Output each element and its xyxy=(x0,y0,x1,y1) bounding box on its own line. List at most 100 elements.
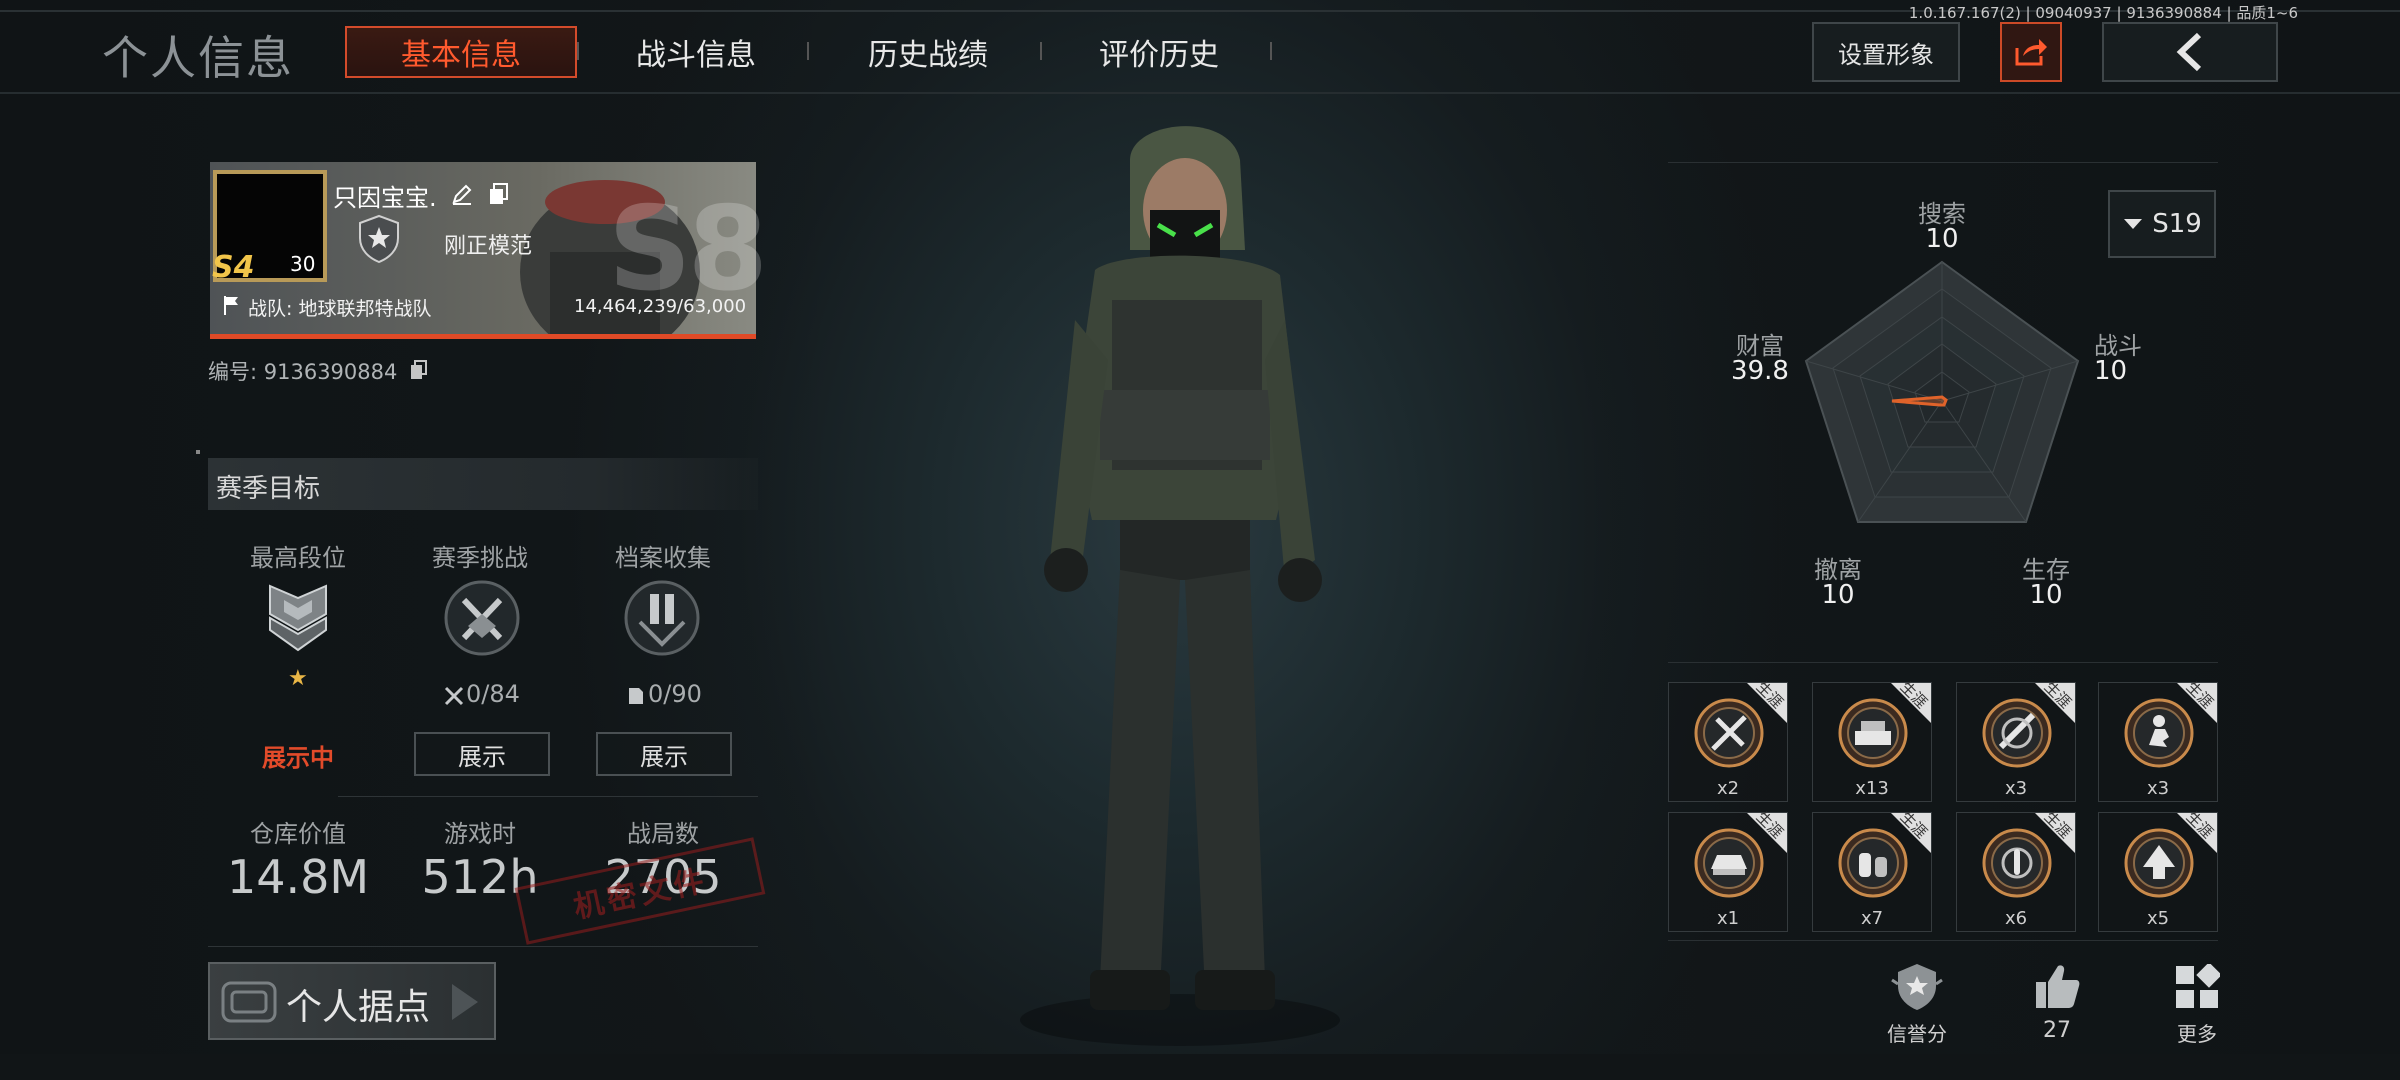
tab-separator xyxy=(577,42,579,60)
tab-separator xyxy=(807,42,809,60)
more-label: 更多 xyxy=(2177,1022,2217,1046)
arrow-right-icon xyxy=(452,984,478,1020)
chevron-left-icon xyxy=(2176,32,2202,72)
thumbs-up-icon xyxy=(2036,965,2080,1008)
flag-icon xyxy=(224,296,238,315)
radar-top-divider xyxy=(1668,162,2218,163)
personal-base-button[interactable]: 个人据点 xyxy=(208,962,496,1040)
radar-value-combat: 10 xyxy=(2094,356,2128,386)
page-title: 个人信息 xyxy=(102,31,294,85)
rank-emblem-icon[interactable] xyxy=(258,578,338,658)
share-icon xyxy=(2015,39,2047,66)
play-time-label: 游戏时 xyxy=(444,820,516,848)
goal-label-max-rank: 最高段位 xyxy=(250,544,346,572)
radar-value-wealth: 39.8 xyxy=(1731,356,1789,386)
tab-separator xyxy=(1270,42,1272,60)
tab-review-history[interactable]: 评价历史 xyxy=(1043,26,1275,78)
operator-character-model xyxy=(1020,126,1340,1046)
achievement-count: x5 xyxy=(2146,908,2170,929)
tab-basic-info[interactable]: 基本信息 xyxy=(345,26,577,78)
bullet-target-icon xyxy=(1982,828,2052,898)
achievement-3[interactable]: 生涯 x3 xyxy=(1956,678,2076,802)
edit-icon[interactable] xyxy=(450,182,474,206)
rank-badge: S4 xyxy=(212,250,255,285)
supplies-icon xyxy=(1838,828,1908,898)
copy-name-icon[interactable] xyxy=(488,182,510,206)
archive-collection-icon[interactable] xyxy=(614,578,710,662)
team-text[interactable]: 战队: 地球联邦特战队 xyxy=(248,294,431,321)
archive-progress: 0/90 xyxy=(648,680,702,708)
season-challenge-progress: 0/84 xyxy=(466,680,520,708)
player-name: 只因宝宝. xyxy=(333,184,437,212)
radar-value-extract: 10 xyxy=(1821,580,1855,610)
credit-score-label: 信誉分 xyxy=(1887,1022,1947,1046)
document-icon xyxy=(629,688,643,704)
version-text: 1.0.167.167(2) | 09040937 | 9136390884 |… xyxy=(1908,4,2298,22)
credit-shield-icon xyxy=(1891,964,1943,1010)
showing-status: 展示中 xyxy=(262,744,334,772)
season-goals-title: 赛季目标 xyxy=(216,474,321,504)
radar-value-survival: 10 xyxy=(2029,580,2063,610)
achievement-5[interactable]: 生涯 x1 xyxy=(1668,808,1788,932)
season-select[interactable]: S19 xyxy=(2108,190,2216,258)
personal-base-label: 个人据点 xyxy=(286,987,431,1028)
achievement-count: x3 xyxy=(2146,778,2170,799)
footer-divider xyxy=(1668,940,2218,941)
level-text: 30 xyxy=(290,252,316,276)
shotgun-icon xyxy=(1982,698,2052,768)
show-season-challenge-button[interactable]: 展示 xyxy=(414,732,550,776)
grid-more-icon xyxy=(2176,964,2220,1008)
tab-battle-info[interactable]: 战斗信息 xyxy=(580,26,812,78)
achievement-count: x13 xyxy=(1855,778,1889,799)
likes-button[interactable]: 27 xyxy=(2020,960,2094,1046)
crouch-soldier-icon xyxy=(2124,698,2194,768)
tab-history[interactable]: 历史战绩 xyxy=(812,26,1044,78)
chevron-down-icon xyxy=(2124,219,2143,229)
show-archive-button[interactable]: 展示 xyxy=(596,732,732,776)
achievement-7[interactable]: 生涯 x6 xyxy=(1956,808,2076,932)
player-id: 编号: 9136390884 xyxy=(208,360,398,384)
header-divider xyxy=(0,92,2400,94)
exp-bar xyxy=(210,334,756,339)
achievement-1[interactable]: 生涯 x2 xyxy=(1668,678,1788,802)
stats-divider xyxy=(338,796,758,797)
warehouse-value: 14.8M xyxy=(226,850,370,904)
season-select-value: S19 xyxy=(2152,209,2202,239)
tab-separator xyxy=(1040,42,1042,60)
achievement-count: x1 xyxy=(1716,908,1740,929)
season-goals-header: 赛季目标 xyxy=(208,458,758,510)
goal-label-season-challenge: 赛季挑战 xyxy=(432,544,528,572)
section-marker xyxy=(196,450,200,454)
crossed-swords-icon xyxy=(444,686,464,706)
likes-count: 27 xyxy=(2043,1018,2071,1043)
exp-text: 14,464,239/63,000 xyxy=(574,296,747,317)
season-challenge-icon[interactable] xyxy=(434,578,530,662)
credit-score-button[interactable]: 信誉分 xyxy=(1880,960,1954,1046)
ability-radar-chart xyxy=(1804,260,2080,523)
copy-id-icon[interactable] xyxy=(410,360,428,380)
base-divider xyxy=(208,946,758,947)
achievement-count: x6 xyxy=(2004,908,2028,929)
achievement-8[interactable]: 生涯 x5 xyxy=(2098,808,2218,932)
vehicle-icon xyxy=(1694,828,1764,898)
achievement-4[interactable]: 生涯 x3 xyxy=(2098,678,2218,802)
ach-top-divider xyxy=(1668,662,2218,663)
radar-value-search: 10 xyxy=(1925,224,1959,254)
loot-pile-icon xyxy=(1838,698,1908,768)
crossed-rifle-icon xyxy=(1694,698,1764,768)
bottom-bar xyxy=(0,1054,2400,1080)
achievement-count: x3 xyxy=(2004,778,2028,799)
set-appearance-button[interactable]: 设置形象 xyxy=(1812,22,1960,82)
goal-label-archive: 档案收集 xyxy=(615,544,711,572)
achievement-count: x2 xyxy=(1716,778,1740,799)
share-button[interactable] xyxy=(2000,22,2062,82)
achievement-2[interactable]: 生涯 x13 xyxy=(1812,678,1932,802)
base-icon xyxy=(221,981,277,1023)
back-button[interactable] xyxy=(2102,22,2278,82)
rank-star: ★ xyxy=(288,666,308,691)
arrow-up-icon xyxy=(2124,828,2194,898)
warehouse-value-label: 仓库价值 xyxy=(250,820,346,848)
more-button[interactable]: 更多 xyxy=(2160,960,2234,1046)
player-title: 刚正模范 xyxy=(444,234,533,259)
achievement-6[interactable]: 生涯 x7 xyxy=(1812,808,1932,932)
